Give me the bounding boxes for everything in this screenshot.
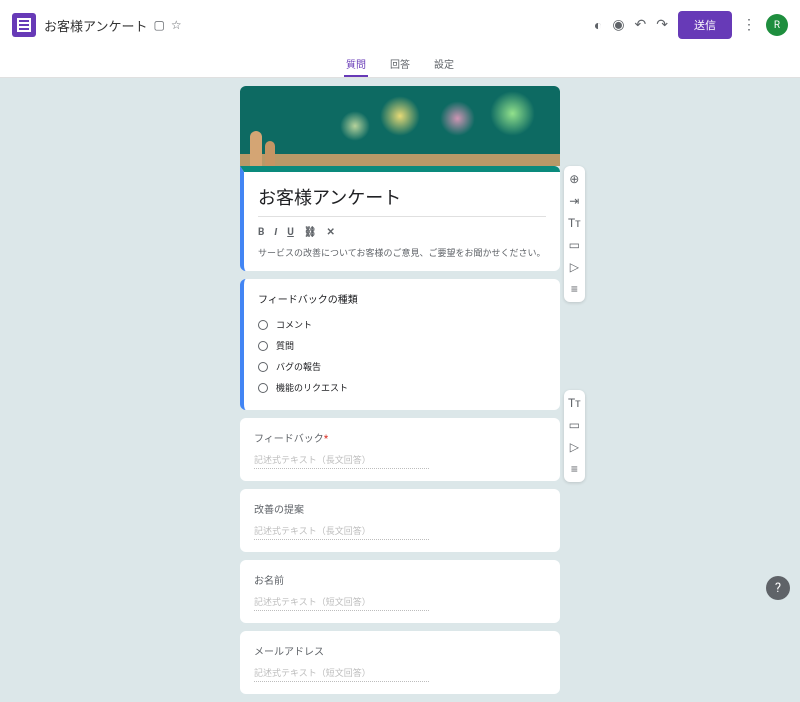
document-title[interactable]: お客様アンケート <box>44 16 147 35</box>
folder-icon[interactable]: ▢ <box>153 18 164 32</box>
bold-button[interactable]: B <box>258 227 264 238</box>
palette-icon[interactable]: ◐ <box>594 17 602 34</box>
answer-hint: 記述式テキスト（長文回答） <box>254 524 429 540</box>
radio-option[interactable]: バグの報告 <box>258 356 546 377</box>
question-card-4[interactable]: お名前 記述式テキスト（短文回答） <box>240 560 560 623</box>
tabs-bar: 質問 回答 設定 <box>0 50 800 78</box>
tab-settings[interactable]: 設定 <box>432 50 456 77</box>
import-icon[interactable]: ⇥ <box>568 194 581 208</box>
side-toolbar-2: Tᴛ ▭ ▷ ≡ <box>564 390 585 482</box>
add-section-icon[interactable]: ≡ <box>568 462 581 476</box>
clear-format-button[interactable]: ✕ <box>327 227 335 238</box>
question-card-5[interactable]: メールアドレス 記述式テキスト（短文回答） <box>240 631 560 694</box>
more-icon[interactable]: ⋮ <box>742 17 756 33</box>
radio-option[interactable]: 機能のリクエスト <box>258 377 546 398</box>
help-button[interactable]: ? <box>766 576 790 600</box>
add-section-icon[interactable]: ≡ <box>568 282 581 296</box>
radio-icon <box>258 320 268 330</box>
underline-button[interactable]: U <box>287 227 294 238</box>
radio-icon <box>258 341 268 351</box>
header-image[interactable] <box>240 86 560 166</box>
radio-icon <box>258 383 268 393</box>
text-toolbar: B I U ⛓ ✕ <box>258 223 546 242</box>
question-title[interactable]: お名前 <box>254 572 546 587</box>
italic-button[interactable]: I <box>274 227 277 238</box>
form-title[interactable]: お客様アンケート <box>258 184 546 217</box>
radio-option[interactable]: 質問 <box>258 335 546 356</box>
add-video-icon[interactable]: ▷ <box>568 440 581 454</box>
forms-logo[interactable] <box>12 13 36 37</box>
question-card-1[interactable]: フィードバックの種類 コメント 質問 バグの報告 機能のリクエスト <box>240 279 560 410</box>
add-title-icon[interactable]: Tᴛ <box>568 396 581 410</box>
radio-icon <box>258 362 268 372</box>
side-toolbar-1: ⊕ ⇥ Tᴛ ▭ ▷ ≡ <box>564 166 585 302</box>
option-label: 機能のリクエスト <box>276 381 348 394</box>
undo-icon[interactable]: ↶ <box>635 17 647 33</box>
tab-questions[interactable]: 質問 <box>344 50 368 77</box>
option-label: コメント <box>276 318 312 331</box>
required-mark: * <box>324 434 328 445</box>
link-button[interactable]: ⛓ <box>304 227 317 238</box>
app-header: お客様アンケート ▢ ☆ ◐ ◉ ↶ ↷ 送信 ⋮ R <box>0 0 800 50</box>
preview-icon[interactable]: ◉ <box>612 17 624 33</box>
answer-hint: 記述式テキスト（短文回答） <box>254 666 429 682</box>
question-title[interactable]: メールアドレス <box>254 643 546 658</box>
star-icon[interactable]: ☆ <box>171 18 182 32</box>
answer-hint: 記述式テキスト（短文回答） <box>254 595 429 611</box>
tab-responses[interactable]: 回答 <box>388 50 412 77</box>
add-image-icon[interactable]: ▭ <box>568 238 581 252</box>
question-title[interactable]: 改善の提案 <box>254 501 546 516</box>
question-title[interactable]: フィードバック* <box>254 430 546 445</box>
add-video-icon[interactable]: ▷ <box>568 260 581 274</box>
add-question-icon[interactable]: ⊕ <box>568 172 581 186</box>
avatar[interactable]: R <box>766 14 788 36</box>
question-title[interactable]: フィードバックの種類 <box>258 291 546 306</box>
redo-icon[interactable]: ↷ <box>656 17 668 33</box>
add-image-icon[interactable]: ▭ <box>568 418 581 432</box>
radio-option[interactable]: コメント <box>258 314 546 335</box>
form-canvas: お客様アンケート B I U ⛓ ✕ サービスの改善についてお客様のご意見、ご要… <box>0 78 800 702</box>
question-card-3[interactable]: 改善の提案 記述式テキスト（長文回答） <box>240 489 560 552</box>
form-description[interactable]: サービスの改善についてお客様のご意見、ご要望をお聞かせください。 <box>258 246 546 259</box>
add-title-icon[interactable]: Tᴛ <box>568 216 581 230</box>
option-label: 質問 <box>276 339 294 352</box>
question-card-2[interactable]: フィードバック* 記述式テキスト（長文回答） <box>240 418 560 481</box>
title-card[interactable]: お客様アンケート B I U ⛓ ✕ サービスの改善についてお客様のご意見、ご要… <box>240 166 560 271</box>
send-button[interactable]: 送信 <box>678 11 732 39</box>
answer-hint: 記述式テキスト（長文回答） <box>254 453 429 469</box>
option-label: バグの報告 <box>276 360 321 373</box>
